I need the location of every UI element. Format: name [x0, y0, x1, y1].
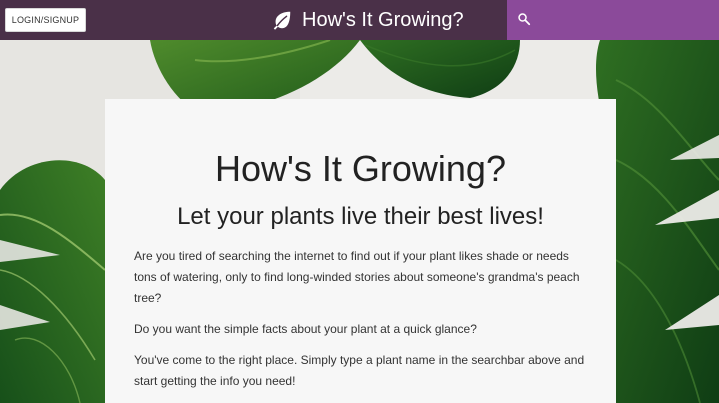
question-paragraph: Do you want the simple facts about your …	[134, 322, 477, 336]
page-tagline: Let your plants live their best lives!	[177, 203, 544, 230]
top-navbar: LOGIN/SIGNUP How's It Growing?	[0, 0, 719, 40]
search-input[interactable]	[539, 6, 713, 36]
page-title: How's It Growing?	[215, 148, 506, 189]
welcome-card: How's It Growing? Let your plants live t…	[105, 99, 616, 403]
login-signup-button[interactable]: LOGIN/SIGNUP	[5, 8, 86, 32]
search-icon[interactable]	[517, 12, 531, 26]
instructions-paragraph: You've come to the right place. Simply t…	[134, 353, 585, 388]
brand-link[interactable]: How's It Growing?	[271, 0, 464, 40]
brand-title: How's It Growing?	[302, 8, 464, 31]
intro-paragraph: Are you tired of searching the internet …	[134, 249, 580, 305]
leaf-icon	[273, 11, 291, 30]
search-bar[interactable]	[507, 0, 719, 40]
